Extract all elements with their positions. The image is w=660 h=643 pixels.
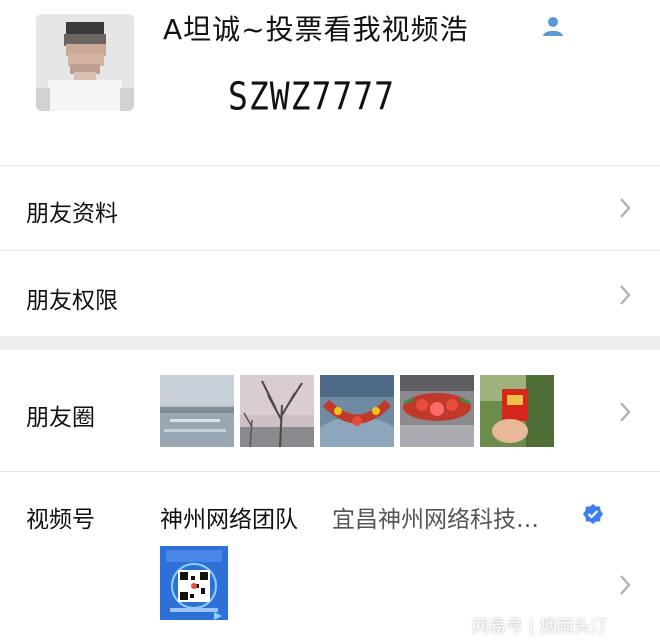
row-friend-info[interactable]: 朋友资料 xyxy=(0,166,660,250)
chevron-right-icon xyxy=(618,401,632,423)
moment-photo[interactable] xyxy=(320,375,394,447)
avatar[interactable] xyxy=(36,14,134,111)
section-gap xyxy=(0,336,660,350)
row-friend-permissions[interactable]: 朋友权限 xyxy=(0,251,660,336)
row-friend-permissions-label: 朋友权限 xyxy=(26,288,118,314)
moment-photo[interactable] xyxy=(160,375,234,447)
chevron-right-icon xyxy=(618,284,632,306)
wechat-id: SZWZ7777 xyxy=(228,74,395,119)
row-channels-label: 视频号 xyxy=(26,507,95,533)
channel-video-thumbnail[interactable] xyxy=(160,546,228,620)
row-friend-info-label: 朋友资料 xyxy=(26,201,118,227)
moment-photo[interactable] xyxy=(480,375,554,447)
chevron-right-icon xyxy=(618,197,632,219)
verified-icon xyxy=(582,503,604,525)
watermark: 网易号 | 烟雨头汀 xyxy=(472,617,608,637)
moment-photo[interactable] xyxy=(240,375,314,447)
moment-photo[interactable] xyxy=(400,375,474,447)
user-icon xyxy=(541,14,565,38)
channel-name: 神州网络团队 xyxy=(160,507,298,533)
channel-org: 宜昌神州网络科技… xyxy=(332,507,539,533)
chevron-right-icon xyxy=(618,574,632,596)
row-moments-label: 朋友圈 xyxy=(26,405,95,431)
nickname: A坦诚~投票看我视频浩 xyxy=(163,13,469,46)
